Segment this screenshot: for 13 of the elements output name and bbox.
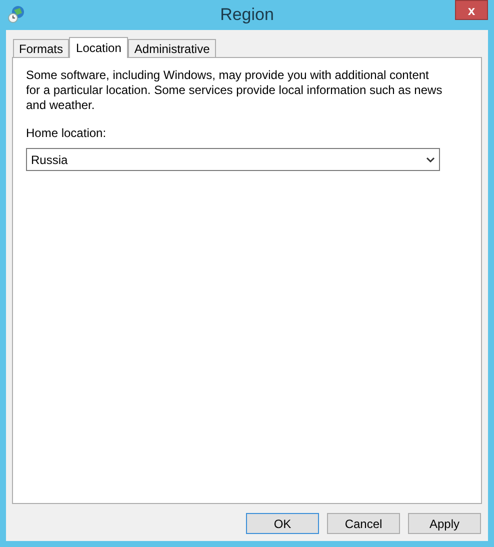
dialog-button[interactable]: OK bbox=[246, 513, 319, 534]
tab[interactable]: Formats bbox=[13, 39, 70, 57]
tab[interactable]: Administrative bbox=[128, 39, 216, 57]
window-title: Region bbox=[220, 4, 274, 26]
home-location-label: Home location: bbox=[26, 125, 108, 142]
dialog-button[interactable]: Apply bbox=[408, 513, 481, 534]
chevron-down-icon bbox=[426, 156, 435, 162]
globe-icon bbox=[8, 5, 26, 23]
tab[interactable]: Location bbox=[69, 37, 128, 58]
description-text: Some software, including Windows, may provide you with additional content for a particular location. Some services provide local information such as news and weather. bbox=[26, 68, 444, 113]
close-button[interactable]: x bbox=[455, 0, 488, 20]
dialog-button[interactable]: Cancel bbox=[327, 513, 400, 534]
home-location-dropdown[interactable]: Russia bbox=[26, 148, 440, 171]
